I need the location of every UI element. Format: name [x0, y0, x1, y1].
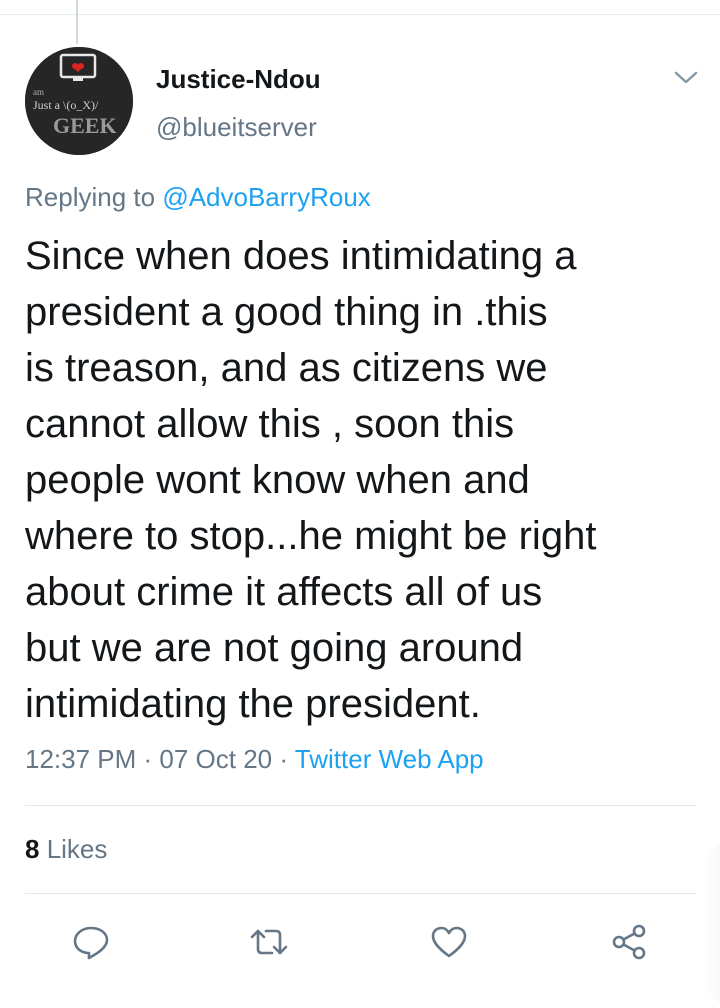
- reply-button[interactable]: [68, 919, 114, 965]
- replying-to: Replying to @AdvoBarryRoux: [25, 182, 371, 213]
- reply-mention-link[interactable]: @AdvoBarryRoux: [162, 182, 370, 212]
- display-name[interactable]: Justice-Ndou: [156, 64, 321, 95]
- likes-stat[interactable]: 8 Likes: [25, 834, 107, 865]
- meta-separator: ·: [136, 744, 160, 774]
- replying-to-prefix: Replying to: [25, 182, 163, 212]
- tweet-date[interactable]: 07 Oct 20: [159, 744, 272, 774]
- thread-connector-line: [76, 0, 78, 44]
- divider: [25, 893, 696, 894]
- likes-label: Likes: [39, 834, 108, 864]
- user-handle[interactable]: @blueitserver: [156, 112, 317, 143]
- avatar-text-line2: Just a \(o_X)/: [33, 98, 99, 112]
- tweet-time[interactable]: 12:37 PM: [25, 744, 136, 774]
- likes-count: 8: [25, 834, 40, 864]
- retweet-icon: [250, 929, 288, 955]
- reply-bubble-icon: [73, 926, 109, 960]
- top-border: [0, 14, 720, 15]
- retweet-button[interactable]: [246, 919, 292, 965]
- chevron-down-icon: [674, 71, 698, 84]
- avatar-text-line1: am: [33, 87, 44, 97]
- share-icon: [612, 924, 646, 960]
- tweet-source-link[interactable]: Twitter Web App: [295, 744, 484, 774]
- avatar-text-line3: GEEK: [53, 113, 117, 138]
- tweet-text: Since when does intimidating a president…: [25, 234, 597, 726]
- share-button[interactable]: [606, 919, 652, 965]
- divider: [25, 805, 696, 806]
- heart-icon: [431, 926, 467, 958]
- meta-separator: ·: [272, 744, 295, 774]
- edge-shadow: [700, 838, 720, 1008]
- like-button[interactable]: [426, 919, 472, 965]
- avatar-image: am Just a \(o_X)/ GEEK: [25, 47, 133, 155]
- tweet-menu-button[interactable]: [670, 62, 702, 94]
- tweet-metadata: 12:37 PM · 07 Oct 20 · Twitter Web App: [25, 744, 484, 775]
- avatar[interactable]: am Just a \(o_X)/ GEEK: [25, 47, 133, 155]
